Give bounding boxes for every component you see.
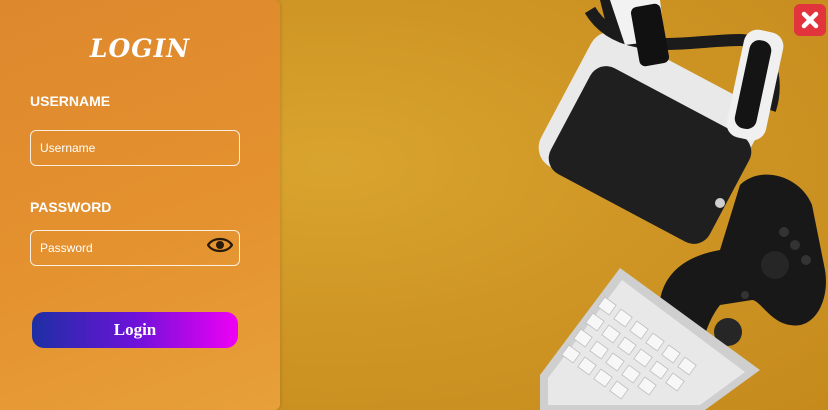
password-label: PASSWORD (30, 199, 112, 215)
username-label: USERNAME (30, 93, 111, 109)
eye-icon[interactable] (207, 236, 233, 254)
close-button[interactable] (794, 4, 826, 36)
login-button[interactable]: Login (32, 312, 238, 348)
login-title: LOGIN (89, 34, 191, 63)
username-input[interactable] (30, 130, 240, 166)
close-icon (801, 11, 819, 29)
login-panel: LOGIN USERNAME PASSWORD Login (0, 0, 280, 410)
